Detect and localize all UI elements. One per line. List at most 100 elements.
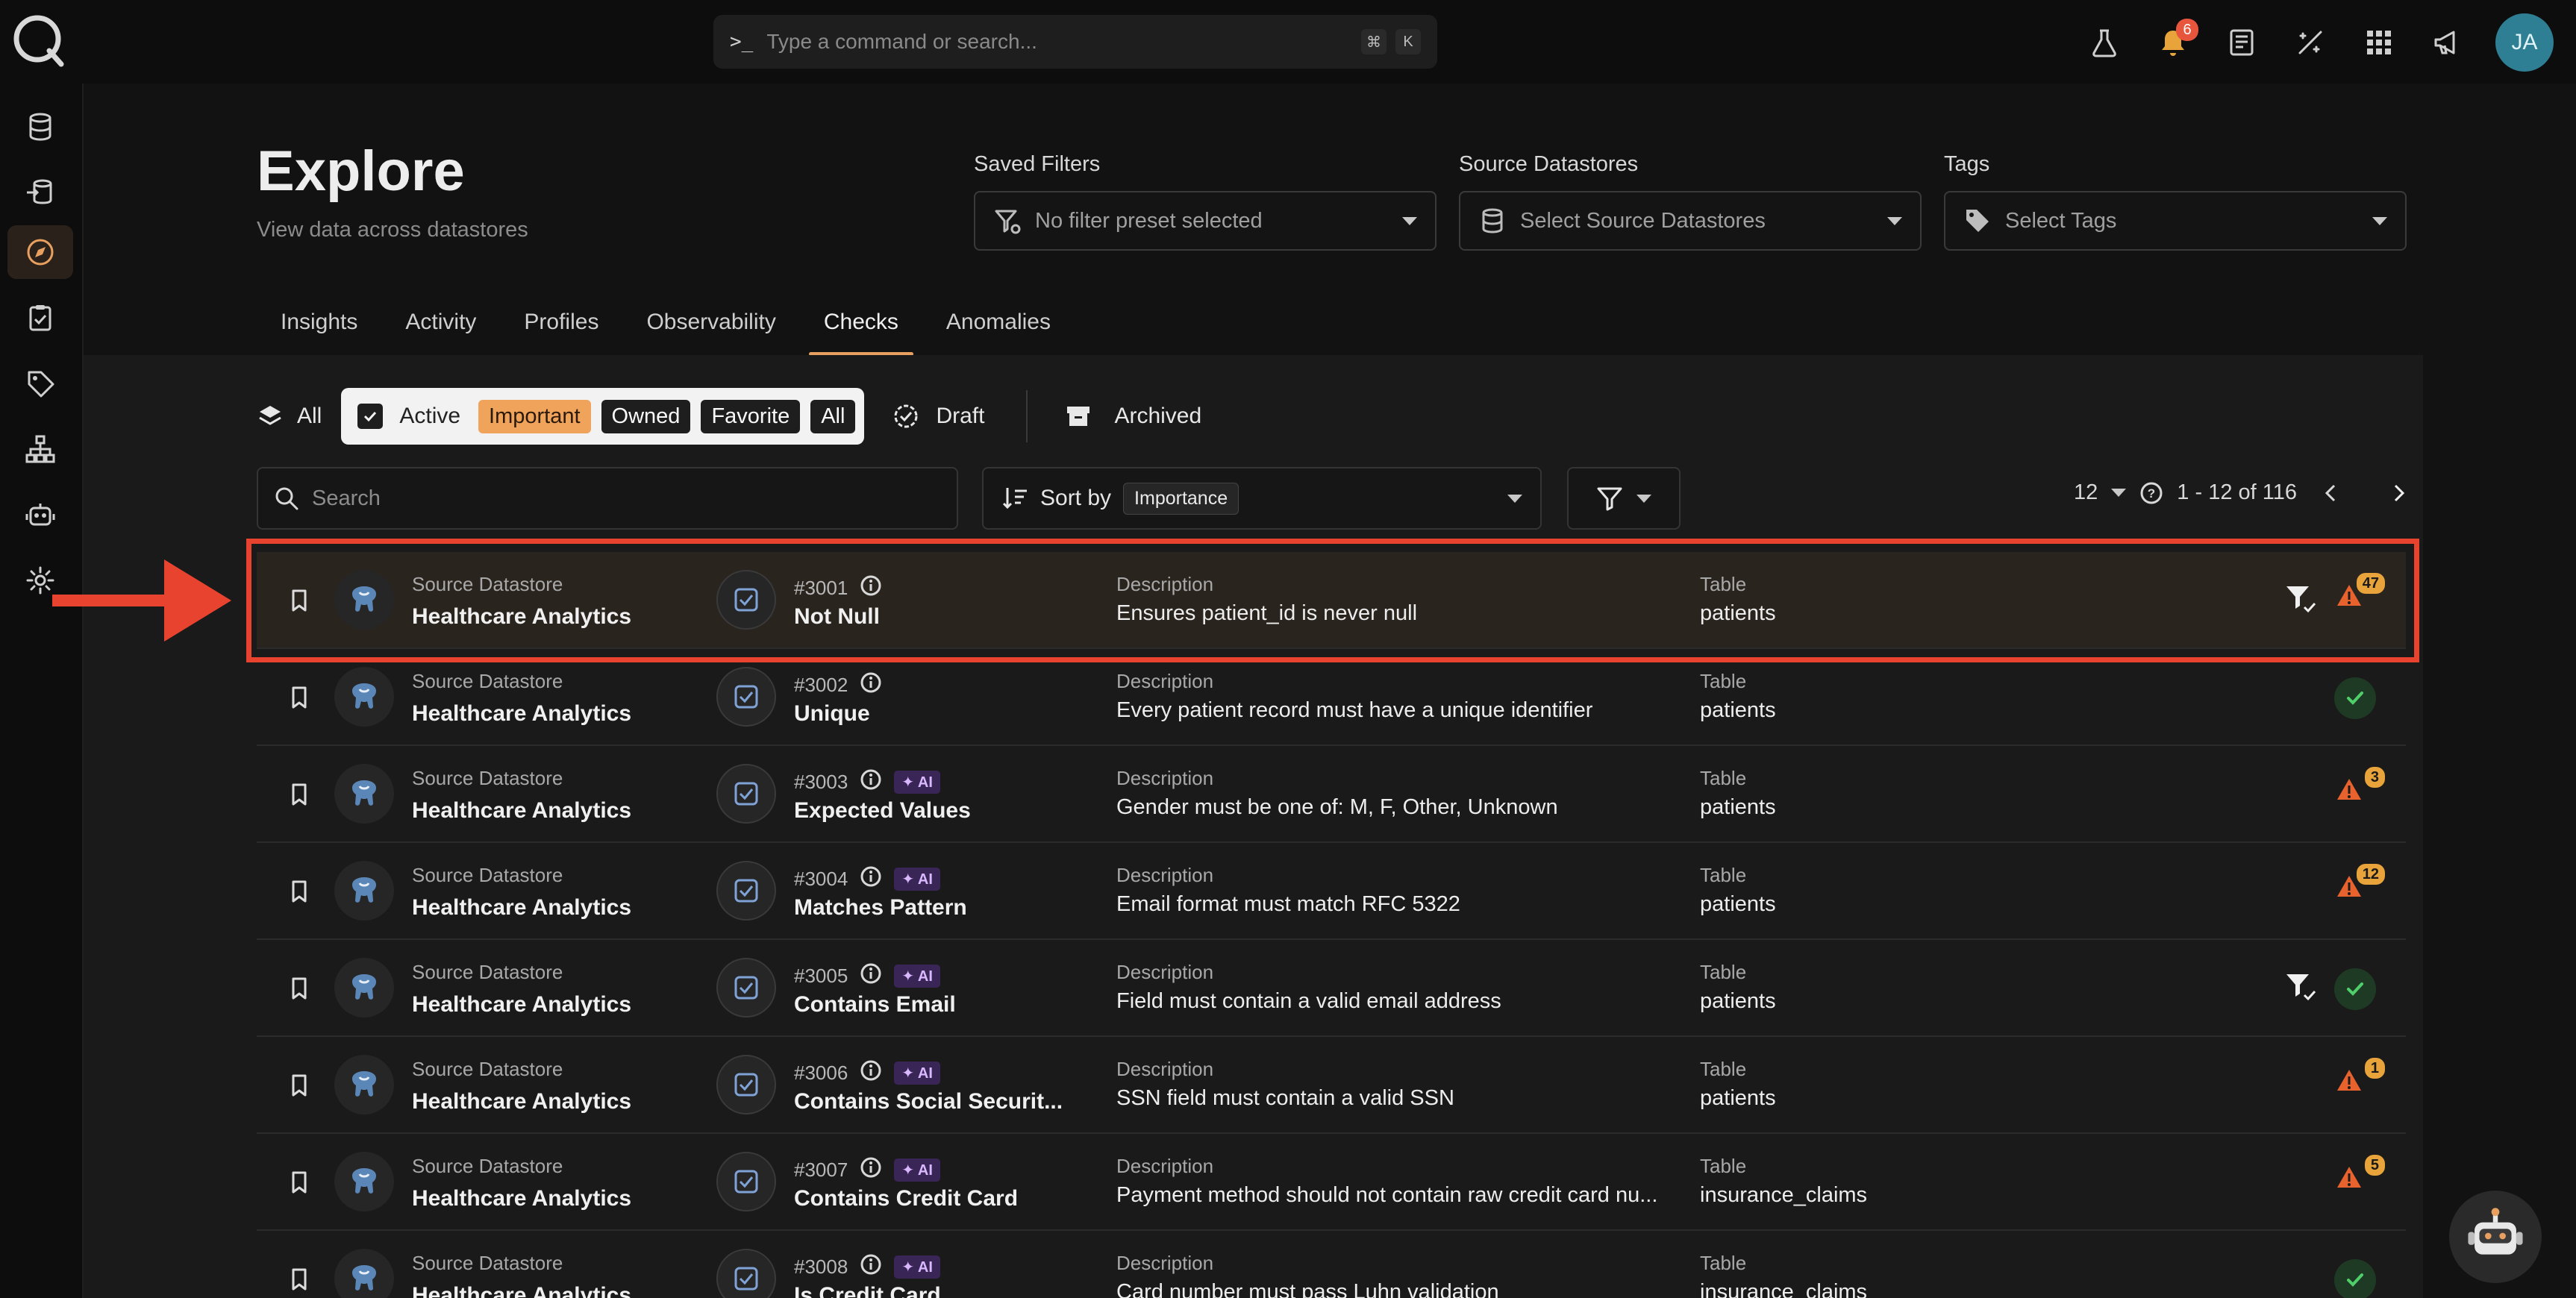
- flask-icon[interactable]: [2083, 22, 2125, 63]
- postgres-icon: [334, 764, 394, 824]
- info-icon[interactable]: [860, 1059, 882, 1087]
- bookmark-icon[interactable]: [288, 879, 310, 908]
- checks-search-input[interactable]: Search: [257, 467, 958, 530]
- source-datastores-select[interactable]: Select Source Datastores: [1459, 191, 1922, 251]
- source-datastore-value[interactable]: Healthcare Analytics: [412, 895, 631, 921]
- sidebar-item-explore[interactable]: [7, 225, 73, 279]
- status-active-button[interactable]: Active: [350, 404, 468, 429]
- check-name[interactable]: Contains Email: [794, 992, 956, 1018]
- owned-chip[interactable]: Owned: [601, 399, 691, 433]
- sidebar-item-flows[interactable]: [7, 422, 73, 476]
- info-icon[interactable]: [860, 962, 882, 990]
- check-name[interactable]: Unique: [794, 701, 870, 727]
- saved-filters-select[interactable]: No filter preset selected: [974, 191, 1437, 251]
- anomaly-warning-icon[interactable]: 1: [2334, 1058, 2385, 1107]
- previous-page-icon[interactable]: [2319, 481, 2343, 505]
- bookmark-icon[interactable]: [288, 1073, 310, 1102]
- advanced-filter-button[interactable]: [1567, 467, 1681, 530]
- check-name[interactable]: Contains Social Securit...: [794, 1089, 1063, 1114]
- source-datastore-value[interactable]: Healthcare Analytics: [412, 1283, 631, 1298]
- check-row[interactable]: Source Datastore Healthcare Analytics #300…: [257, 649, 2406, 746]
- user-avatar[interactable]: JA: [2495, 13, 2554, 72]
- tab-anomalies[interactable]: Anomalies: [922, 302, 1075, 356]
- page-size-value[interactable]: 12: [2074, 480, 2098, 505]
- bookmark-icon[interactable]: [288, 782, 310, 811]
- bookmark-icon[interactable]: [288, 976, 310, 1005]
- tag-icon: [1966, 210, 1989, 232]
- document-icon[interactable]: [2221, 22, 2263, 63]
- sidebar-item-tags[interactable]: [7, 357, 73, 410]
- sort-select[interactable]: Sort by Importance: [982, 467, 1542, 530]
- source-datastore-value[interactable]: Healthcare Analytics: [412, 992, 631, 1018]
- tab-observability[interactable]: Observability: [622, 302, 799, 356]
- filter-icon: [1597, 487, 1622, 511]
- table-value[interactable]: patients: [1700, 795, 1776, 820]
- sidebar-item-enrichment[interactable]: [7, 166, 73, 219]
- archive-icon: [1067, 407, 1090, 426]
- source-datastore-value[interactable]: Healthcare Analytics: [412, 1089, 631, 1114]
- check-row[interactable]: Source Datastore Healthcare Analytics #300…: [257, 940, 2406, 1037]
- bookmark-icon[interactable]: [288, 1267, 310, 1296]
- bookmark-icon[interactable]: [288, 685, 310, 714]
- page-size-dropdown-icon[interactable]: [2111, 489, 2127, 497]
- megaphone-icon[interactable]: [2427, 22, 2469, 63]
- check-name[interactable]: Is Credit Card: [794, 1283, 941, 1298]
- all-chip[interactable]: All: [810, 399, 856, 433]
- check-row[interactable]: Source Datastore Healthcare Analytics #300…: [257, 843, 2406, 940]
- table-value[interactable]: patients: [1700, 698, 1776, 723]
- check-id: #3005: [794, 965, 848, 987]
- check-name[interactable]: Matches Pattern: [794, 895, 967, 921]
- description-label: Description: [1116, 961, 1214, 983]
- table-value[interactable]: patients: [1700, 1086, 1776, 1111]
- check-row[interactable]: Source Datastore Healthcare Analytics #300…: [257, 1037, 2406, 1134]
- info-icon[interactable]: [860, 768, 882, 796]
- anomaly-warning-icon[interactable]: 3: [2334, 767, 2385, 816]
- info-icon[interactable]: [860, 865, 882, 893]
- check-name[interactable]: Contains Credit Card: [794, 1186, 1018, 1211]
- table-value[interactable]: patients: [1700, 892, 1776, 917]
- sidebar-item-checks[interactable]: [7, 291, 73, 345]
- info-icon[interactable]: [860, 1253, 882, 1281]
- description-value: Gender must be one of: M, F, Other, Unkn…: [1116, 795, 1558, 819]
- tab-checks[interactable]: Checks: [800, 302, 922, 356]
- check-name[interactable]: Expected Values: [794, 798, 971, 824]
- source-datastore-value[interactable]: Healthcare Analytics: [412, 1186, 631, 1211]
- apps-grid-icon[interactable]: [2358, 22, 2400, 63]
- status-draft-button[interactable]: Draft: [892, 403, 984, 430]
- info-icon[interactable]: [860, 671, 882, 699]
- important-chip[interactable]: Important: [478, 399, 591, 433]
- app-logo[interactable]: [10, 12, 67, 69]
- tags-select[interactable]: Select Tags: [1944, 191, 2407, 251]
- next-page-icon[interactable]: [2386, 481, 2410, 505]
- anomaly-warning-icon[interactable]: 5: [2334, 1155, 2385, 1204]
- check-id: #3008: [794, 1255, 848, 1278]
- sidebar-item-datastores[interactable]: [7, 100, 73, 154]
- check-row[interactable]: Source Datastore Healthcare Analytics #300…: [257, 1134, 2406, 1231]
- help-icon[interactable]: ?: [2139, 481, 2163, 505]
- anomaly-warning-icon[interactable]: 12: [2334, 864, 2385, 913]
- tab-insights[interactable]: Insights: [257, 302, 381, 356]
- magic-wand-icon[interactable]: [2289, 22, 2331, 63]
- check-type-icon: [716, 1152, 776, 1211]
- source-datastore-label: Source Datastore: [412, 1058, 563, 1080]
- status-all-button[interactable]: All: [257, 403, 322, 430]
- check-row[interactable]: Source Datastore Healthcare Analytics #300…: [257, 1231, 2406, 1298]
- notifications-button[interactable]: 6: [2152, 19, 2198, 63]
- chevron-down-icon: [1507, 494, 1522, 503]
- sidebar-item-agents[interactable]: [7, 488, 73, 542]
- command-search[interactable]: >_ Type a command or search... ⌘ K: [713, 15, 1437, 69]
- status-archived-button[interactable]: Archived: [1065, 403, 1201, 430]
- assistant-bot-button[interactable]: [2449, 1191, 2542, 1283]
- check-row[interactable]: Source Datastore Healthcare Analytics #300…: [257, 746, 2406, 843]
- tab-profiles[interactable]: Profiles: [500, 302, 622, 356]
- source-datastore-value[interactable]: Healthcare Analytics: [412, 701, 631, 727]
- source-datastore-value[interactable]: Healthcare Analytics: [412, 798, 631, 824]
- tab-activity[interactable]: Activity: [381, 302, 500, 356]
- bookmark-icon[interactable]: [288, 1170, 310, 1199]
- table-value[interactable]: patients: [1700, 989, 1776, 1014]
- info-icon[interactable]: [860, 1156, 882, 1184]
- ai-badge: ✦ AI: [894, 1062, 940, 1085]
- table-value[interactable]: insurance_claims: [1700, 1280, 1867, 1298]
- table-value[interactable]: insurance_claims: [1700, 1183, 1867, 1208]
- favorite-chip[interactable]: Favorite: [701, 399, 801, 433]
